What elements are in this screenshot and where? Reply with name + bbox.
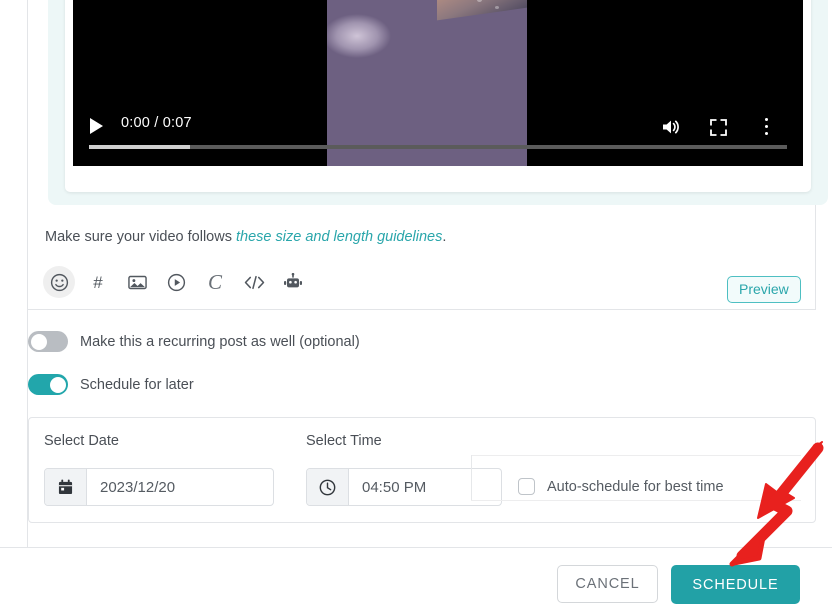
footer-divider xyxy=(0,547,832,548)
clock-icon[interactable] xyxy=(307,469,349,505)
schedule-button[interactable]: SCHEDULE xyxy=(671,565,800,604)
play-icon[interactable] xyxy=(90,118,103,134)
auto-section-divider xyxy=(471,455,472,500)
auto-schedule-checkbox[interactable] xyxy=(518,478,535,495)
still-shoreline xyxy=(437,0,527,21)
image-icon[interactable] xyxy=(121,266,153,298)
video-played xyxy=(89,145,191,149)
video-controls-bar: 0:00 / 0:07 xyxy=(73,104,803,166)
schedule-later-toggle[interactable] xyxy=(28,374,68,395)
auto-schedule-label: Auto-schedule for best time xyxy=(547,478,724,495)
select-date-value[interactable]: 2023/12/20 xyxy=(87,469,273,505)
composer-toolbar: # C xyxy=(43,266,316,298)
calendar-icon[interactable] xyxy=(45,469,87,505)
schedule-post-modal: 0:00 / 0:07 Make sure your video follows… xyxy=(0,0,832,616)
video-card: 0:00 / 0:07 xyxy=(65,0,811,192)
auto-section-bottom-rule xyxy=(471,500,801,501)
select-time-label: Select Time xyxy=(306,433,382,449)
canva-icon[interactable]: C xyxy=(199,266,231,298)
more-options-icon[interactable] xyxy=(765,118,769,138)
select-date-label: Select Date xyxy=(44,433,119,449)
post-editor-card: 0:00 / 0:07 Make sure your video follows… xyxy=(27,0,828,310)
code-icon[interactable] xyxy=(238,266,270,298)
hashtag-icon[interactable]: # xyxy=(82,266,114,298)
recurring-post-row: Make this a recurring post as well (opti… xyxy=(28,331,360,352)
guidelines-link[interactable]: these size and length guidelines xyxy=(236,229,442,245)
schedule-later-row: Schedule for later xyxy=(28,374,194,395)
recurring-post-label: Make this a recurring post as well (opti… xyxy=(80,333,360,350)
fullscreen-icon[interactable] xyxy=(710,119,727,141)
recurring-post-toggle[interactable] xyxy=(28,331,68,352)
guidelines-prefix: Make sure your video follows xyxy=(45,229,236,245)
toggle-knob xyxy=(49,376,66,393)
video-player[interactable]: 0:00 / 0:07 xyxy=(73,0,803,166)
auto-schedule-row[interactable]: Auto-schedule for best time xyxy=(518,478,724,495)
still-highlight xyxy=(495,6,499,9)
video-progress-bar[interactable] xyxy=(89,145,787,149)
auto-section-top-rule xyxy=(471,455,801,456)
video-buffer xyxy=(89,145,787,149)
video-guidelines-text: Make sure your video follows these size … xyxy=(45,229,446,245)
schedule-later-label: Schedule for later xyxy=(80,376,194,393)
preview-button[interactable]: Preview xyxy=(727,276,801,303)
emoji-icon[interactable] xyxy=(43,266,75,298)
guidelines-suffix: . xyxy=(442,229,447,245)
bot-icon[interactable] xyxy=(277,266,309,298)
video-timecode: 0:00 / 0:07 xyxy=(121,115,192,131)
video-icon[interactable] xyxy=(160,266,192,298)
volume-icon[interactable] xyxy=(661,118,681,141)
select-date-field[interactable]: 2023/12/20 xyxy=(44,468,274,506)
cancel-button[interactable]: CANCEL xyxy=(557,565,658,603)
video-attachment-container: 0:00 / 0:07 xyxy=(48,0,828,205)
toggle-knob xyxy=(30,333,47,350)
